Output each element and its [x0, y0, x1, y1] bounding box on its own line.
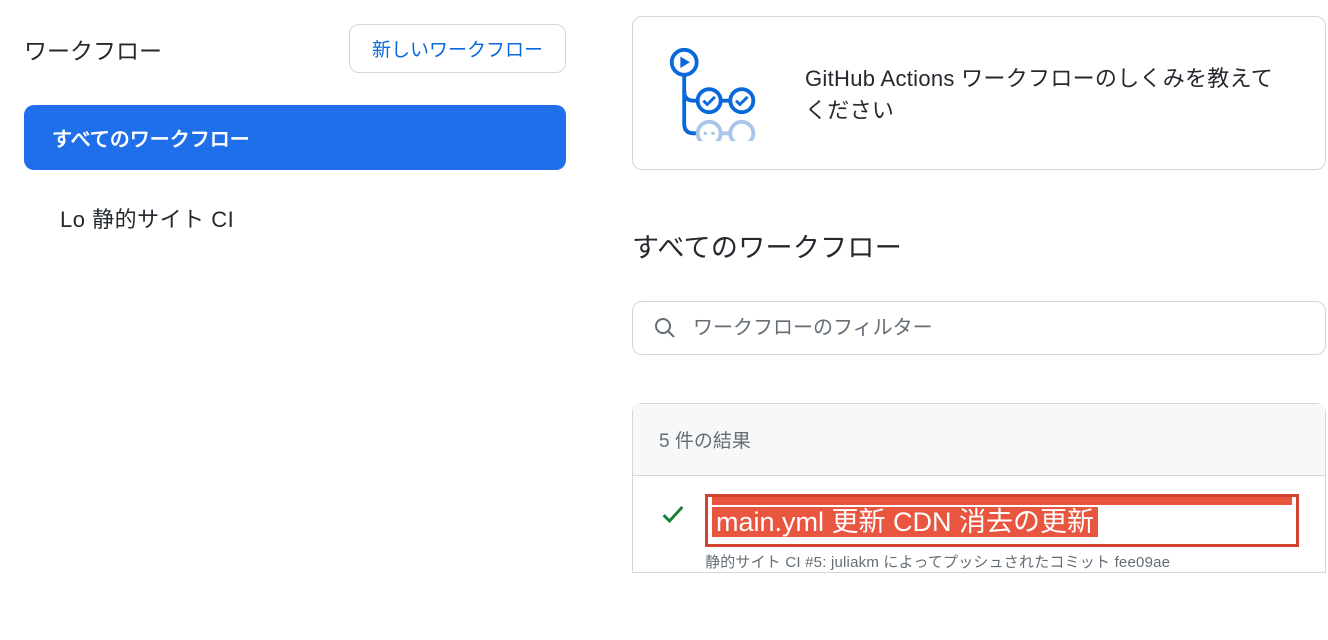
- workflow-run-title[interactable]: main.yml 更新 CDN 消去の更新: [712, 507, 1098, 537]
- page-title: すべてのワークフロー: [632, 226, 1328, 265]
- sidebar-item-static-site-ci[interactable]: Lo 静的サイト CI: [24, 178, 566, 252]
- filter-bar[interactable]: [632, 301, 1326, 355]
- help-banner[interactable]: GitHub Actions ワークフローのしくみを教えてください: [632, 16, 1326, 170]
- workflow-filter-input[interactable]: [693, 317, 1305, 340]
- results-count: 5 件の結果: [633, 404, 1325, 476]
- sidebar-header: ワークフロー 新しいワークフロー: [24, 24, 566, 73]
- actions-workflow-icon: [665, 45, 761, 141]
- results-panel: 5 件の結果 main.yml 更新 CDN 消去の更新 静的サイト CI #5…: [632, 403, 1326, 573]
- success-check-icon: [659, 500, 687, 528]
- sidebar: ワークフロー 新しいワークフロー すべてのワークフロー Lo 静的サイト CI: [0, 0, 590, 640]
- highlighted-run-title: main.yml 更新 CDN 消去の更新: [705, 494, 1299, 547]
- workflow-run-meta: 静的サイト CI #5: juliakm によってプッシュされたコミット fee…: [705, 551, 1299, 572]
- sidebar-item-all-workflows[interactable]: すべてのワークフロー: [24, 105, 566, 170]
- sidebar-item-label: すべてのワークフロー: [52, 129, 250, 151]
- sidebar-title: ワークフロー: [24, 32, 162, 66]
- sidebar-item-label: Lo 静的サイト CI: [60, 207, 234, 232]
- new-workflow-button[interactable]: 新しいワークフロー: [349, 24, 566, 73]
- workflow-run-row[interactable]: main.yml 更新 CDN 消去の更新 静的サイト CI #5: julia…: [633, 476, 1325, 572]
- workflow-run-main: main.yml 更新 CDN 消去の更新 静的サイト CI #5: julia…: [705, 494, 1299, 572]
- search-icon: [653, 316, 677, 340]
- help-banner-text: GitHub Actions ワークフローのしくみを教えてください: [805, 61, 1293, 125]
- main-content: GitHub Actions ワークフローのしくみを教えてください すべてのワー…: [590, 0, 1328, 640]
